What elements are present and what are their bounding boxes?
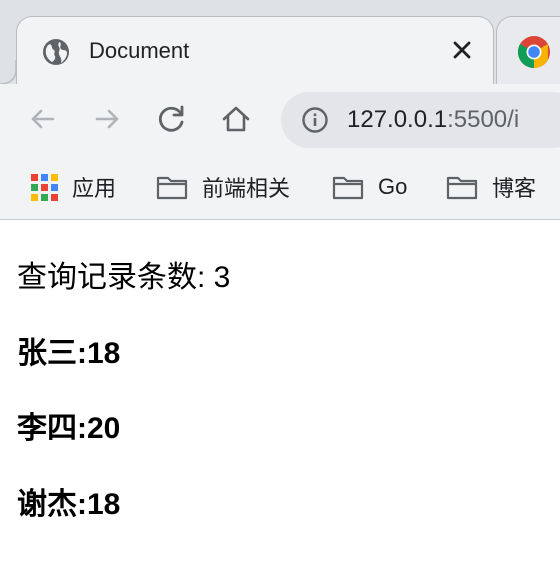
tab-chrome[interactable] <box>496 16 560 84</box>
bookmark-label: 前端相关 <box>202 176 291 201</box>
apps-grid-icon <box>31 173 58 201</box>
record-item: 谢杰:18 <box>17 488 121 521</box>
browser-toolbar: 127.0.0.1:5500/i <box>0 84 560 154</box>
url-text[interactable]: 127.0.0.1:5500/i <box>347 104 519 136</box>
tab-document[interactable]: Document <box>16 16 494 84</box>
bookmark-go[interactable]: Go <box>332 172 407 202</box>
record-count: 查询记录条数: 3 <box>17 261 231 294</box>
folder-icon <box>446 176 478 200</box>
bookmark-frontend[interactable]: 前端相关 <box>156 172 290 202</box>
back-arrow-icon[interactable] <box>26 102 60 136</box>
record-item: 张三:18 <box>17 337 121 370</box>
bookmarks-bar: 应用 前端相关 Go 博客 <box>0 154 560 220</box>
close-tab-icon[interactable] <box>449 37 475 63</box>
url-host: 127.0.0.1 <box>347 106 448 133</box>
forward-arrow-icon[interactable] <box>90 102 124 136</box>
globe-icon <box>43 39 69 65</box>
chrome-icon <box>517 36 550 69</box>
home-icon[interactable] <box>219 102 253 136</box>
bookmark-label: 应用 <box>72 176 117 201</box>
bookmark-label: Go <box>378 174 408 199</box>
bookmark-label: 博客 <box>492 176 537 201</box>
address-bar[interactable]: 127.0.0.1:5500/i <box>281 92 560 148</box>
bookmark-apps[interactable]: 应用 <box>31 172 116 202</box>
record-item: 李四:20 <box>17 412 121 445</box>
reload-icon[interactable] <box>155 102 189 136</box>
bookmark-blog[interactable]: 博客 <box>446 172 536 202</box>
tab-title: Document <box>89 38 190 63</box>
folder-icon <box>156 176 188 200</box>
url-path: :5500/i <box>447 106 520 133</box>
tab-strip: Document <box>0 0 560 84</box>
info-icon[interactable] <box>301 106 329 134</box>
folder-icon <box>332 176 364 200</box>
